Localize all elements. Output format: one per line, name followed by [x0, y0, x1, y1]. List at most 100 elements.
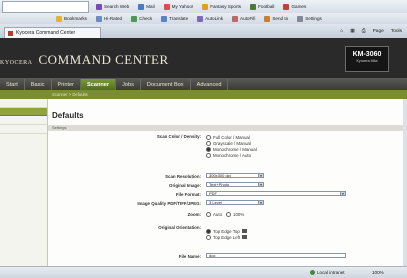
chevron-down-icon: ▼	[340, 192, 345, 196]
page-menu[interactable]: Page	[371, 28, 386, 35]
translate-button[interactable]: Translate	[157, 15, 189, 22]
image-quality-select[interactable]: 3 Level ▼	[206, 200, 264, 205]
security-zone: Local intranet	[310, 270, 345, 275]
my-yahoo-button[interactable]: My Yahoo!	[160, 3, 193, 10]
bookmarks-label: Bookmarks	[64, 16, 87, 21]
football-button[interactable]: Football	[246, 3, 274, 10]
mail-button[interactable]: Mail	[134, 3, 155, 10]
favicon-icon	[8, 30, 13, 36]
nav-start[interactable]: Start	[0, 79, 25, 90]
section-bar: Settings	[48, 125, 403, 131]
chevron-down-icon: ▼	[258, 201, 263, 205]
main-nav: Start Basic Printer Scanner Jobs Documen…	[0, 78, 407, 90]
bookmarks-button[interactable]: Bookmarks	[52, 15, 87, 22]
nav-printer[interactable]: Printer	[52, 79, 81, 90]
browser-tab[interactable]: Kyocera Command Center	[4, 27, 101, 38]
settings-label: Settings	[305, 16, 322, 21]
star-icon	[56, 15, 62, 22]
address-bar[interactable]	[2, 1, 89, 13]
radio-selected-icon	[206, 146, 211, 152]
nav-basic[interactable]: Basic	[25, 79, 52, 90]
settings-button[interactable]: Settings	[293, 15, 322, 22]
sidebar-item[interactable]	[0, 125, 47, 134]
browser-toolbar-yahoo: Search Web Mail My Yahoo! Fantasy Sports…	[0, 0, 407, 13]
translate-label: Translate	[169, 16, 189, 21]
autofill-label: AutoFill	[240, 16, 256, 21]
radio-icon	[206, 140, 211, 146]
select-value: 3 Level	[209, 200, 222, 205]
check-icon	[131, 15, 138, 22]
my-yahoo-icon	[163, 3, 170, 10]
nav-advanced[interactable]: Advanced	[191, 79, 229, 90]
gear-icon	[297, 15, 304, 22]
main-content: Defaults Settings Scan Color / Density: …	[48, 99, 403, 266]
home-icon[interactable]: ⌂	[338, 28, 345, 35]
vertical-scrollbar[interactable]	[403, 99, 407, 266]
tools-menu[interactable]: Tools	[389, 28, 404, 35]
select-value: Text+Photo	[209, 182, 230, 187]
football-icon	[250, 3, 257, 10]
feeds-icon[interactable]: ▦	[348, 28, 357, 35]
chevron-down-icon: ▼	[258, 174, 263, 178]
model-subtitle: Kyocera Mita	[356, 59, 378, 63]
radio-icon	[226, 211, 232, 217]
file-format-label: File Format:	[175, 192, 201, 197]
mail-icon	[138, 3, 145, 10]
page-title: Defaults	[52, 111, 84, 120]
original-image-select[interactable]: Text+Photo ▼	[206, 182, 264, 187]
section-title: Settings	[52, 125, 67, 130]
radio-icon	[206, 152, 211, 158]
translate-icon	[161, 15, 168, 22]
autolink-button[interactable]: AutoLink	[193, 15, 223, 22]
scan-color-option[interactable]: Monochrome / Auto	[206, 152, 257, 158]
app-header: KYOCERA COMMAND CENTER KM-3060 Kyocera Mi…	[0, 38, 407, 78]
scan-color-option[interactable]: Full Color / Manual	[206, 134, 257, 140]
sidebar-item-active[interactable]	[0, 108, 47, 116]
file-name-input[interactable]: doc	[206, 253, 346, 258]
scan-resolution-select[interactable]: 300x300 dpi ▼	[206, 173, 264, 178]
model-name: KM-3060	[352, 51, 382, 58]
search-web-button[interactable]: Search Web	[92, 3, 130, 10]
zone-label: Local intranet	[317, 270, 345, 275]
input-value: doc	[209, 253, 216, 258]
zoom-option[interactable]: 100%	[226, 211, 244, 217]
radio-selected-icon	[206, 228, 211, 234]
file-format-select[interactable]: PDF ▼	[206, 191, 346, 196]
print-icon[interactable]: ⎙	[360, 27, 368, 35]
orientation-top-icon	[241, 229, 247, 233]
send-to-label: Send to	[272, 16, 289, 21]
autofill-button[interactable]: AutoFill	[228, 15, 256, 22]
tab-title: Kyocera Command Center	[16, 30, 76, 36]
yahoo-icon	[96, 3, 102, 10]
games-icon	[283, 3, 290, 10]
nav-scanner[interactable]: Scanner	[81, 79, 117, 90]
brand: KYOCERA COMMAND CENTER	[0, 52, 169, 68]
fantasy-sports-button[interactable]: Fantasy Sports	[198, 3, 241, 10]
hi-rated-label: Hi-Rated	[103, 16, 123, 21]
orientation-option[interactable]: Top Edge Left	[206, 234, 248, 240]
hi-rated-button[interactable]: Hi-Rated	[92, 15, 123, 22]
games-label: Games	[291, 4, 307, 9]
option-label: Auto	[213, 211, 223, 217]
search-web-label: Search Web	[104, 4, 130, 9]
games-button[interactable]: Games	[279, 3, 307, 10]
radio-icon	[206, 211, 211, 217]
nav-document-box[interactable]: Document Box	[141, 79, 191, 90]
breadcrumb-text: Scanner > Defaults	[52, 92, 88, 97]
scan-resolution-label: Scan Resolution:	[165, 174, 201, 179]
zoom-level[interactable]: 100%	[372, 270, 384, 275]
check-button[interactable]: Check	[127, 15, 152, 22]
sidebar-item[interactable]	[0, 99, 47, 108]
send-to-button[interactable]: Send to	[260, 15, 289, 22]
image-quality-label: Image Quality PDF/TIFF/JPEG:	[137, 201, 201, 206]
scan-color-option[interactable]: Monochrome / Manual	[206, 146, 257, 152]
sidebar-item[interactable]	[0, 116, 47, 125]
sidebar	[0, 99, 48, 266]
nav-jobs[interactable]: Jobs	[116, 79, 141, 90]
zoom-label: Zoom:	[187, 212, 201, 217]
zoom-option[interactable]: Auto	[206, 211, 222, 217]
browser-status-bar: Local intranet 100%	[0, 266, 407, 278]
option-label: Grayscale / Manual	[213, 140, 251, 146]
scan-color-option[interactable]: Grayscale / Manual	[206, 140, 257, 146]
option-label: Top Edge Top	[213, 228, 240, 234]
